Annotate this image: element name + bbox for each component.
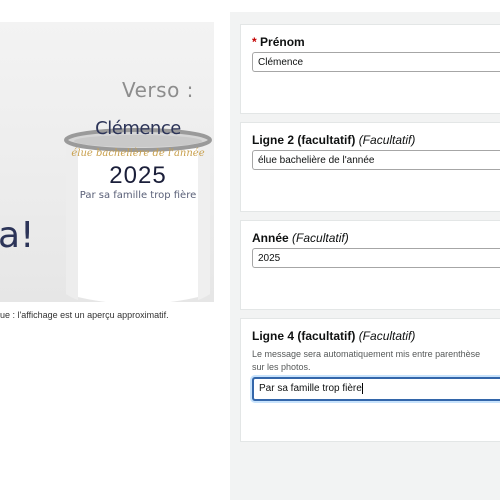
prenom-label-text: Prénom	[260, 35, 305, 49]
prenom-label: * Prénom	[252, 35, 305, 49]
ligne4-input-value: Par sa famille trop fière	[259, 383, 362, 394]
field-card-ligne4: Ligne 4 (facultatif) (Facultatif) Le mes…	[240, 318, 500, 442]
verso-label: Verso :	[122, 78, 194, 102]
ligne4-help-line2: sur les photos.	[252, 362, 311, 372]
annee-label: Année (Facultatif)	[252, 231, 349, 245]
mug-year: 2025	[109, 162, 167, 189]
annee-input[interactable]: 2025	[252, 248, 500, 268]
mug-family: Par sa famille trop fière	[79, 190, 197, 201]
top-strip	[0, 0, 500, 12]
field-card-ligne2: Ligne 2 (facultatif) (Facultatif) élue b…	[240, 122, 500, 212]
ligne4-optional: (Facultatif)	[358, 329, 416, 343]
left-mug-text: a!	[0, 215, 35, 256]
mug-name: Clémence	[95, 118, 181, 139]
ligne4-label: Ligne 4 (facultatif) (Facultatif)	[252, 329, 415, 343]
customization-form: * Prénom Clémence Ligne 2 (facultatif) (…	[230, 12, 500, 500]
product-preview-image: Verso : Clémence élue bachelière de l'an…	[0, 22, 214, 302]
ligne4-input[interactable]: Par sa famille trop fière	[252, 377, 500, 401]
right-mug-illustration	[64, 128, 212, 302]
preview-caption: ue : l'affichage est un aperçu approxima…	[0, 310, 169, 320]
mug-subtitle: élue bachelière de l'année	[71, 148, 205, 159]
ligne2-input[interactable]: élue bachelière de l'année	[252, 150, 500, 170]
ligne4-label-text: Ligne 4 (facultatif)	[252, 329, 356, 343]
ligne2-optional: (Facultatif)	[358, 133, 416, 147]
text-caret	[361, 382, 363, 394]
ligne4-help-line1: Le message sera automatiquement mis entr…	[252, 349, 481, 359]
ligne2-label: Ligne 2 (facultatif) (Facultatif)	[252, 133, 415, 147]
required-mark: *	[252, 35, 257, 49]
field-card-prenom: * Prénom Clémence	[240, 24, 500, 114]
annee-label-text: Année	[252, 231, 289, 245]
prenom-input[interactable]: Clémence	[252, 52, 500, 72]
ligne2-label-text: Ligne 2 (facultatif)	[252, 133, 356, 147]
field-card-annee: Année (Facultatif) 2025	[240, 220, 500, 310]
left-mug-illustration	[0, 108, 40, 302]
annee-optional: (Facultatif)	[292, 231, 349, 245]
